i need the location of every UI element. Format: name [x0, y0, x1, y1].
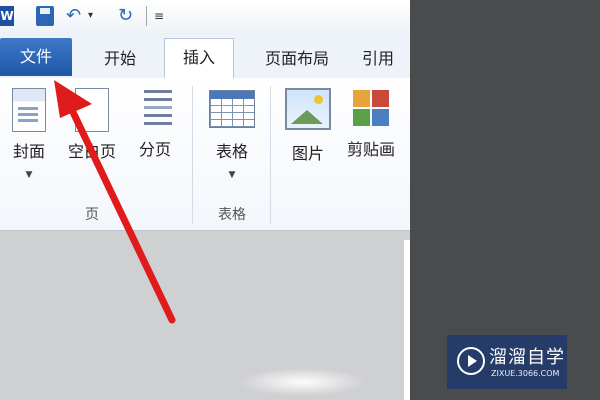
- watermark: 溜溜自学 ZIXUE.3066.COM: [447, 335, 567, 389]
- undo-dropdown-icon[interactable]: ▾: [88, 6, 93, 26]
- ribbon-tabs: 文件 开始 插入 页面布局 引用: [0, 34, 410, 79]
- cover-button-label: 封面: [12, 142, 45, 161]
- save-icon[interactable]: [36, 6, 54, 26]
- cover-button[interactable]: 封面 ▼: [6, 88, 52, 180]
- word-app-icon[interactable]: W: [0, 6, 14, 26]
- tab-insert[interactable]: 插入: [164, 38, 234, 78]
- redo-icon[interactable]: ↻: [118, 6, 133, 26]
- picture-icon: [285, 88, 331, 130]
- cover-page-icon: [12, 88, 46, 132]
- toolbar-separator: [146, 6, 147, 26]
- customize-icon[interactable]: ≡: [154, 6, 164, 26]
- document-page-edge: [404, 240, 410, 400]
- table-button[interactable]: 表格 ▼: [204, 90, 260, 180]
- page-break-icon: [138, 88, 172, 130]
- picture-button[interactable]: 图片: [282, 88, 334, 164]
- tab-home[interactable]: 开始: [90, 40, 150, 78]
- tab-file[interactable]: 文件: [0, 38, 72, 76]
- quick-access-toolbar: W ↶ ▾ ↻ ≡: [0, 0, 410, 34]
- chevron-down-icon: ▼: [25, 170, 33, 180]
- tab-page-layout[interactable]: 页面布局: [250, 40, 344, 78]
- blank-page-button[interactable]: 空白页: [62, 88, 122, 162]
- picture-button-label: 图片: [291, 144, 324, 163]
- group-label-tables: 表格: [218, 207, 246, 223]
- clip-art-button-label: 剪贴画: [346, 140, 395, 159]
- group-divider: [270, 86, 271, 224]
- watermark-brand: 溜溜自学: [489, 347, 565, 368]
- table-button-label: 表格: [215, 142, 248, 161]
- word-window: W ↶ ▾ ↻ ≡ 文件 开始 插入 页面布局 引用 封面 ▼ 空白页 分页 页: [0, 0, 410, 400]
- play-logo-icon: [457, 347, 485, 375]
- clip-art-icon: [351, 88, 391, 128]
- watermark-url: ZIXUE.3066.COM: [491, 369, 560, 378]
- group-divider: [192, 86, 193, 224]
- group-label-pages: 页: [85, 207, 99, 223]
- clip-art-button[interactable]: 剪贴画: [340, 88, 402, 160]
- page-break-button-label: 分页: [138, 140, 171, 159]
- blank-page-icon: [75, 88, 109, 132]
- blank-page-button-label: 空白页: [67, 142, 116, 161]
- page-break-button[interactable]: 分页: [132, 88, 178, 160]
- table-icon: [209, 90, 255, 128]
- undo-icon[interactable]: ↶: [66, 6, 81, 26]
- ribbon-insert: 封面 ▼ 空白页 分页 页 表格 ▼ 表格 图片 剪贴画: [0, 78, 410, 231]
- chevron-down-icon: ▼: [228, 170, 236, 180]
- document-blurred-text: [238, 368, 366, 396]
- tab-references[interactable]: 引用: [362, 40, 410, 78]
